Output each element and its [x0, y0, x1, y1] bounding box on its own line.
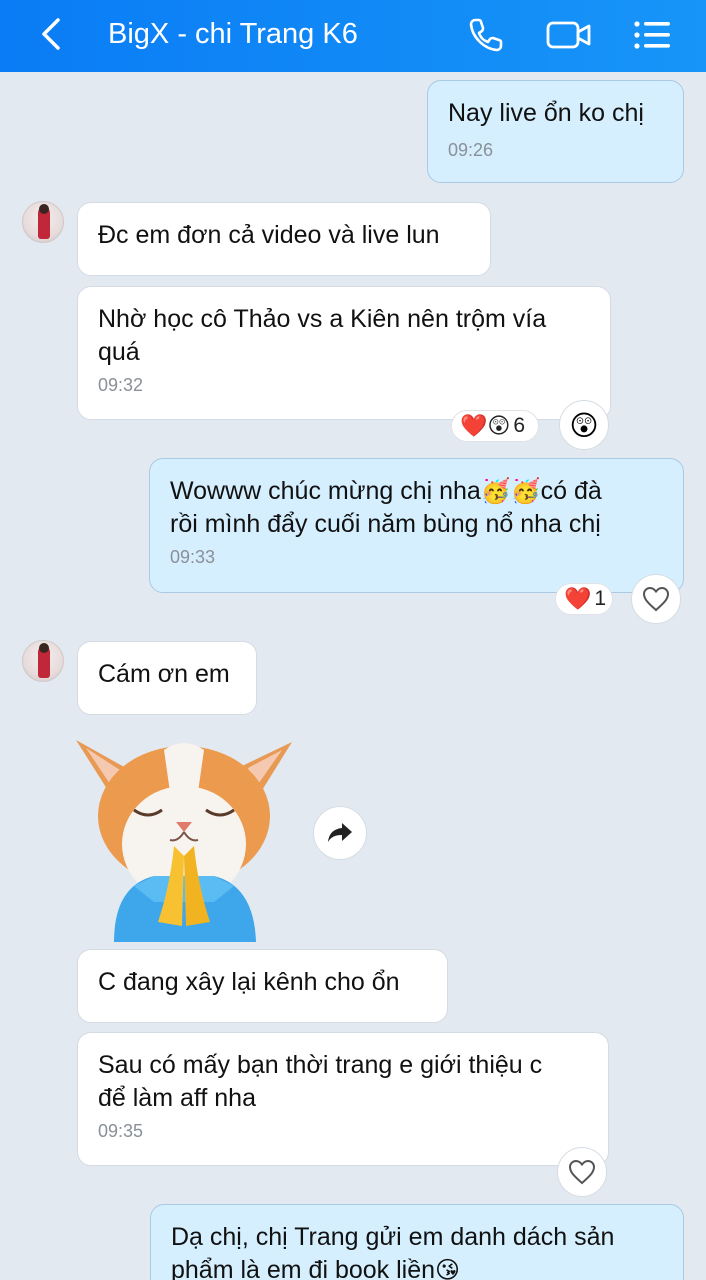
reaction-count: 1 — [594, 587, 607, 610]
message-bubble-incoming[interactable]: Đc em đơn cả video và live lun — [77, 202, 491, 276]
heart-react-button[interactable] — [557, 1147, 607, 1197]
heart-outline-icon — [568, 1159, 596, 1185]
chat-header: BigX - chi Trang K6 — [0, 0, 706, 72]
message-text: Đc em đơn cả video và live lun — [98, 221, 440, 249]
message-text-line: Sau có mấy bạn thời trang e giới thiệu c — [98, 1051, 543, 1079]
avatar[interactable] — [22, 201, 64, 243]
chat-title[interactable]: BigX - chi Trang K6 — [108, 16, 358, 52]
avatar[interactable] — [22, 640, 64, 682]
message-text: Wowww chúc mừng chị nha — [170, 477, 481, 505]
message-bubble-incoming[interactable]: C đang xây lại kênh cho ổn — [77, 949, 448, 1023]
message-text: Cám ơn em — [98, 660, 230, 688]
message-bubble-outgoing[interactable]: Nay live ổn ko chị 09:26 — [427, 80, 684, 183]
cat-praying-sticker[interactable] — [74, 736, 296, 942]
message-text-line: để làm aff nha — [98, 1084, 256, 1112]
video-camera-icon[interactable] — [546, 15, 592, 55]
message-bubble-incoming[interactable]: Cám ơn em — [77, 641, 257, 715]
share-arrow-icon — [328, 823, 352, 842]
reaction-count: 6 — [513, 414, 526, 437]
message-bubble-incoming[interactable]: Sau có mấy bạn thời trang e giới thiệu c… — [77, 1032, 609, 1166]
message-text: có đà — [540, 477, 602, 505]
reaction-summary[interactable]: ❤️😲 6 — [451, 410, 539, 442]
phone-icon[interactable] — [466, 15, 506, 55]
message-text: Nay live ổn ko chị — [448, 99, 644, 127]
heart-outline-icon — [642, 586, 670, 612]
chat-messages[interactable]: Nay live ổn ko chị 09:26 Đc em đơn cả vi… — [0, 72, 706, 1280]
react-button[interactable]: 😲 — [559, 400, 609, 450]
message-text-line: quá — [98, 338, 140, 366]
list-menu-icon[interactable] — [632, 15, 672, 55]
message-time: 09:35 — [98, 1121, 144, 1141]
message-text-line: Dạ chị, chị Trang gửi em danh dách sản — [171, 1223, 615, 1251]
reaction-emojis: ❤️😲 — [460, 413, 511, 438]
message-time: 09:32 — [98, 375, 144, 395]
astonished-face-icon: 😲 — [569, 409, 599, 441]
message-text: C đang xây lại kênh cho ổn — [98, 968, 400, 996]
heart-react-button[interactable] — [631, 574, 681, 624]
message-time: 09:33 — [170, 547, 216, 567]
message-time: 09:26 — [448, 140, 494, 160]
message-text-line: Nhờ học cô Thảo vs a Kiên nên trộm vía — [98, 305, 547, 333]
message-bubble-outgoing[interactable]: Dạ chị, chị Trang gửi em danh dách sản p… — [150, 1204, 684, 1280]
forward-button[interactable] — [313, 806, 367, 860]
message-bubble-incoming[interactable]: Nhờ học cô Thảo vs a Kiên nên trộm vía q… — [77, 286, 611, 420]
message-text-line: rồi mình đẩy cuối năm bùng nổ nha chị — [170, 510, 601, 538]
chevron-left-icon[interactable] — [38, 16, 68, 52]
message-bubble-outgoing[interactable]: Wowww chúc mừng chị nha🥳🥳có đà rồi mình … — [149, 458, 684, 593]
reaction-emojis: ❤️ — [564, 586, 592, 611]
message-text-line: phẩm là em đi book liền — [171, 1256, 436, 1280]
reaction-summary[interactable]: ❤️ 1 — [555, 583, 613, 615]
partying-face-emoji: 🥳🥳 — [480, 478, 541, 505]
kiss-face-emoji: 😘 — [435, 1257, 461, 1280]
